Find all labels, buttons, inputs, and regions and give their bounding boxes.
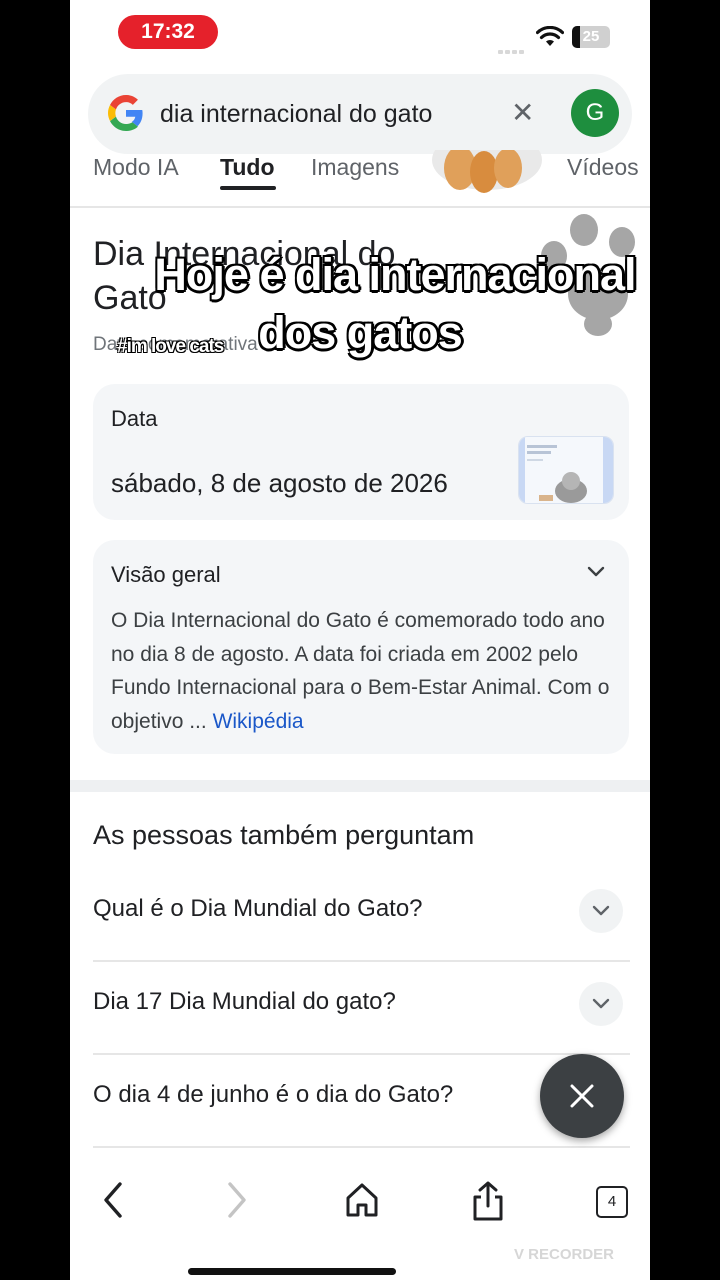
overview-title: Visão geral	[111, 562, 221, 587]
close-fab-button[interactable]	[540, 1054, 624, 1138]
home-indicator[interactable]	[188, 1268, 396, 1275]
search-input[interactable]: dia internacional do gato	[160, 100, 432, 129]
account-avatar[interactable]: G	[571, 89, 619, 137]
share-button[interactable]	[470, 1180, 506, 1222]
back-button[interactable]	[98, 1180, 128, 1220]
browser-screen: 17:32 25 dia internacional do gato ✕ G M…	[70, 0, 650, 1280]
search-bar[interactable]: dia internacional do gato ✕ G	[88, 74, 632, 154]
overview-text: O Dia Internacional do Gato é comemorado…	[111, 604, 621, 738]
paa-question: O dia 4 de junho é o dia do Gato?	[93, 1081, 454, 1108]
status-bar: 17:32 25	[70, 0, 650, 66]
section-divider	[70, 780, 650, 792]
tab-modo-ia[interactable]: Modo IA	[93, 154, 179, 181]
expand-chevron-icon[interactable]	[579, 889, 623, 933]
recorder-watermark: V RECORDER	[514, 1246, 615, 1263]
caption-line-1: Hoje é dia internacional	[154, 249, 636, 300]
wifi-icon	[536, 26, 564, 46]
home-button[interactable]	[344, 1180, 380, 1220]
paa-question: Dia 17 Dia Mundial do gato?	[93, 988, 396, 1015]
paa-question: Qual é o Dia Mundial do Gato?	[93, 895, 423, 922]
paa-item[interactable]: Qual é o Dia Mundial do Gato?	[93, 867, 630, 962]
hashtag-caption: #im love cats	[117, 336, 224, 357]
close-icon	[570, 1084, 594, 1108]
overview-body: O Dia Internacional do Gato é comemorado…	[111, 609, 610, 733]
chevron-down-icon[interactable]	[585, 560, 607, 582]
people-also-ask-title: As pessoas também perguntam	[93, 820, 475, 850]
google-logo-icon	[108, 95, 143, 131]
status-time: 17:32	[118, 15, 218, 49]
forward-button[interactable]	[222, 1180, 252, 1220]
expand-chevron-icon[interactable]	[579, 982, 623, 1026]
date-value: sábado, 8 de agosto de 2026	[111, 468, 448, 498]
battery-icon: 25	[572, 26, 610, 48]
date-thumbnail-image[interactable]	[518, 436, 614, 504]
clear-search-icon[interactable]: ✕	[511, 98, 534, 128]
tabs-button[interactable]: 4	[596, 1186, 628, 1218]
overview-card[interactable]: Visão geral O Dia Internacional do Gato …	[93, 540, 629, 754]
tab-videos[interactable]: Vídeos	[567, 154, 639, 181]
tab-tudo[interactable]: Tudo	[220, 154, 275, 181]
tab-imagens[interactable]: Imagens	[311, 154, 399, 181]
date-card: Data sábado, 8 de agosto de 2026	[93, 384, 629, 520]
date-label: Data	[111, 406, 158, 431]
paa-item[interactable]: Dia 17 Dia Mundial do gato?	[93, 960, 630, 1055]
wikipedia-link[interactable]: Wikipédia	[213, 710, 304, 733]
active-tab-indicator	[220, 186, 276, 190]
search-tabs: Modo IA Tudo Imagens Vídeos	[70, 150, 650, 208]
signal-icon	[498, 41, 528, 54]
